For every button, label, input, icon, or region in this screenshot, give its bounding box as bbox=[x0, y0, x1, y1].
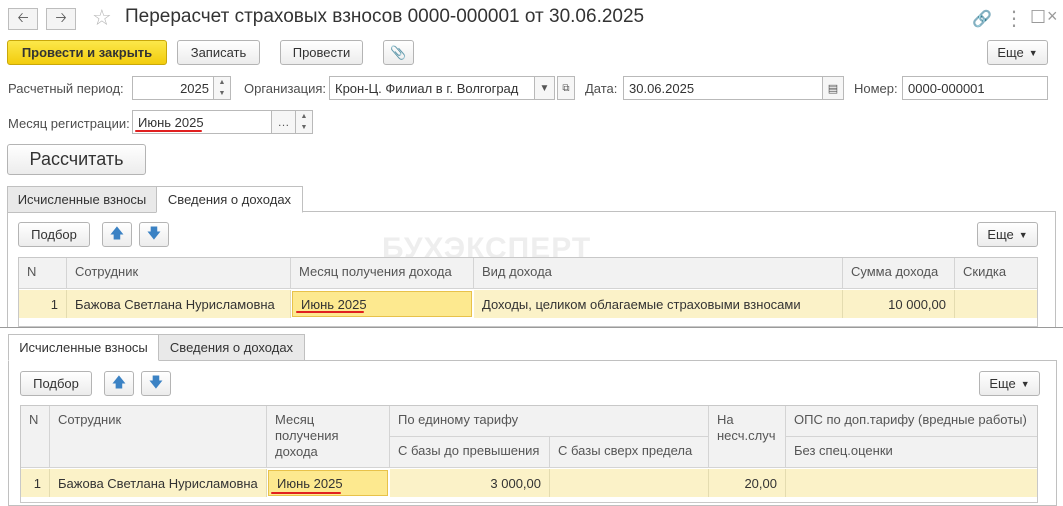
arrow-down-icon: 🡇 bbox=[146, 224, 162, 241]
registration-month-label: Месяц регистрации: bbox=[8, 116, 130, 131]
favorite-star-icon[interactable]: ☆ bbox=[92, 5, 112, 31]
red-underline-mark bbox=[296, 311, 364, 313]
ellipsis-icon: … bbox=[277, 115, 290, 129]
caret-up-icon: ▲ bbox=[218, 79, 226, 86]
maximize-icon[interactable]: ☐ bbox=[1030, 7, 1046, 28]
arrow-up-icon: 🡅 bbox=[109, 224, 125, 241]
calculate-button[interactable]: Рассчитать bbox=[7, 144, 146, 175]
organization-label: Организация: bbox=[244, 81, 327, 96]
cell-income-sum[interactable]: 10 000,00 bbox=[843, 290, 955, 318]
cell-discount[interactable] bbox=[955, 290, 1037, 318]
more-vertical-icon[interactable]: ⋮ bbox=[1004, 6, 1024, 31]
calendar-icon: ▤ bbox=[827, 82, 839, 95]
screenshot-divider bbox=[0, 327, 1063, 328]
col-header-employee[interactable]: Сотрудник bbox=[67, 258, 291, 289]
col-header-employee[interactable]: Сотрудник bbox=[50, 406, 267, 468]
registration-month-stepper[interactable]: ▲ ▼ bbox=[295, 110, 313, 134]
caret-up-icon: ▲ bbox=[300, 113, 308, 120]
date-label: Дата: bbox=[585, 81, 618, 96]
chevron-down-icon: ▼ bbox=[1018, 229, 1028, 240]
col-header-accident[interactable]: На несч.случ bbox=[709, 406, 786, 468]
bottom-move-up-button[interactable]: 🡅 bbox=[104, 371, 134, 396]
bottom-contributions-table: N Сотрудник Месяц получения дохода По ед… bbox=[20, 405, 1038, 503]
caret-down-icon: ▼ bbox=[300, 124, 308, 131]
post-button[interactable]: Провести bbox=[280, 40, 363, 65]
chevron-down-icon: ▼ bbox=[539, 82, 550, 94]
bottom-more-button[interactable]: Еще ▼ bbox=[979, 371, 1040, 396]
period-input[interactable]: 2025 bbox=[132, 76, 214, 100]
arrow-up-icon: 🡅 bbox=[111, 373, 127, 390]
more-label: Еще bbox=[997, 45, 1024, 60]
cell-month[interactable]: Июнь 2025 bbox=[292, 291, 472, 317]
attach-button[interactable]: 📎 bbox=[383, 40, 414, 65]
cell-n[interactable]: 1 bbox=[19, 290, 67, 318]
top-move-up-button[interactable]: 🡅 bbox=[102, 222, 132, 247]
cell-no-special[interactable] bbox=[786, 469, 1037, 497]
col-header-base-below[interactable]: С базы до превышения bbox=[390, 437, 550, 468]
organization-input[interactable]: Крон-Ц. Филиал в г. Волгоград bbox=[329, 76, 535, 100]
red-underline-mark bbox=[135, 130, 202, 132]
bottom-select-button[interactable]: Подбор bbox=[20, 371, 92, 396]
forward-button[interactable]: 🡢 bbox=[46, 8, 76, 30]
red-underline-mark bbox=[271, 492, 341, 494]
arrow-down-icon: 🡇 bbox=[148, 373, 164, 390]
top-tab-income-info[interactable]: Сведения о доходах bbox=[156, 186, 303, 213]
chevron-down-icon: ▼ bbox=[1028, 47, 1038, 58]
registration-month-select-button[interactable]: … bbox=[271, 110, 296, 134]
col-header-month[interactable]: Месяц получения дохода bbox=[291, 258, 474, 289]
chevron-down-icon: ▼ bbox=[1020, 378, 1030, 389]
cell-employee[interactable]: Бажова Светлана Нурисламовна bbox=[67, 290, 291, 318]
period-label: Расчетный период: bbox=[8, 81, 124, 96]
more-button[interactable]: Еще ▼ bbox=[987, 40, 1048, 65]
bottom-tab-income-info[interactable]: Сведения о доходах bbox=[158, 334, 305, 361]
organization-dropdown-button[interactable]: ▼ bbox=[534, 76, 555, 100]
col-header-n[interactable]: N bbox=[19, 258, 67, 289]
cell-base-below[interactable]: 3 000,00 bbox=[390, 469, 550, 497]
top-income-table: N Сотрудник Месяц получения дохода Вид д… bbox=[18, 257, 1038, 327]
caret-down-icon: ▼ bbox=[218, 90, 226, 97]
organization-open-button[interactable]: ⧉ bbox=[557, 76, 575, 100]
col-header-no-special[interactable]: Без спец.оценки bbox=[786, 437, 1037, 468]
number-input[interactable]: 0000-000001 bbox=[902, 76, 1048, 100]
close-icon[interactable]: × bbox=[1047, 6, 1058, 27]
cell-employee[interactable]: Бажова Светлана Нурисламовна bbox=[50, 469, 267, 497]
top-more-button[interactable]: Еще ▼ bbox=[977, 222, 1038, 247]
number-label: Номер: bbox=[854, 81, 898, 96]
save-button[interactable]: Записать bbox=[177, 40, 260, 65]
post-and-close-button[interactable]: Провести и закрыть bbox=[7, 40, 167, 65]
bottom-move-down-button[interactable]: 🡇 bbox=[141, 371, 171, 396]
back-button[interactable]: 🡠 bbox=[8, 8, 38, 30]
arrow-left-icon: 🡠 bbox=[17, 9, 29, 25]
col-header-n[interactable]: N bbox=[21, 406, 50, 468]
top-tab-calculated[interactable]: Исчисленные взносы bbox=[7, 186, 157, 213]
more-label: Еще bbox=[987, 227, 1014, 242]
col-header-discount[interactable]: Скидка bbox=[955, 258, 1037, 289]
more-label: Еще bbox=[989, 376, 1016, 391]
bottom-tab-calculated[interactable]: Исчисленные взносы bbox=[8, 334, 159, 361]
col-header-base-above[interactable]: С базы сверх предела bbox=[550, 437, 709, 468]
cell-n[interactable]: 1 bbox=[21, 469, 50, 497]
period-stepper[interactable]: ▲ ▼ bbox=[213, 76, 231, 100]
date-input[interactable]: 30.06.2025 bbox=[623, 76, 824, 100]
col-header-income-sum[interactable]: Сумма дохода bbox=[843, 258, 955, 289]
window-title: Перерасчет страховых взносов 0000-000001… bbox=[125, 6, 645, 27]
arrow-right-icon: 🡢 bbox=[55, 9, 67, 25]
col-header-single-tariff[interactable]: По единому тарифу bbox=[390, 406, 709, 437]
col-header-ops-extra[interactable]: ОПС по доп.тарифу (вредные работы) bbox=[786, 406, 1037, 437]
col-header-income-type[interactable]: Вид дохода bbox=[474, 258, 843, 289]
cell-income-type[interactable]: Доходы, целиком облагаемые страховыми вз… bbox=[474, 290, 843, 318]
top-move-down-button[interactable]: 🡇 bbox=[139, 222, 169, 247]
paperclip-icon: 📎 bbox=[390, 44, 407, 60]
open-form-icon: ⧉ bbox=[562, 82, 570, 94]
link-icon[interactable]: 🔗 bbox=[972, 9, 992, 29]
cell-base-above[interactable] bbox=[550, 469, 709, 497]
calendar-button[interactable]: ▤ bbox=[822, 76, 844, 100]
cell-accident[interactable]: 20,00 bbox=[709, 469, 786, 497]
top-select-button[interactable]: Подбор bbox=[18, 222, 90, 247]
col-header-month[interactable]: Месяц получения дохода bbox=[267, 406, 390, 468]
